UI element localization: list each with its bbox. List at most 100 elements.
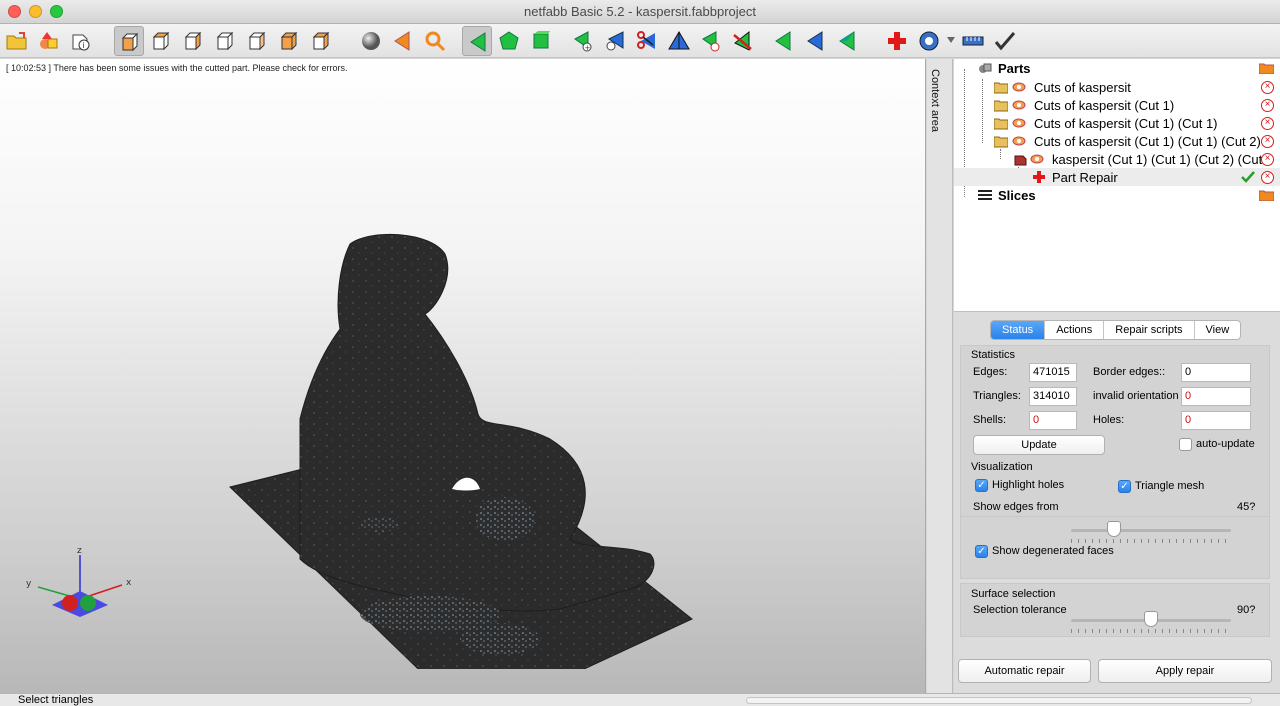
select-triangle-icon[interactable]	[462, 26, 492, 56]
folder-icon	[994, 100, 1008, 112]
measure-icon[interactable]	[914, 26, 944, 56]
select-shell-icon[interactable]	[526, 26, 556, 56]
update-button[interactable]: Update	[973, 435, 1105, 455]
tree-label: kaspersit (Cut 1) (Cut 1) (Cut 2) (Cut	[1052, 152, 1263, 167]
highlight-holes-checkbox[interactable]: ✓	[975, 479, 988, 492]
part-info-icon[interactable]: i	[66, 26, 96, 56]
flip-icon[interactable]	[664, 26, 694, 56]
eye-icon[interactable]	[1012, 134, 1026, 148]
horizontal-scrollbar[interactable]	[746, 697, 1252, 704]
shells-field[interactable]: 0	[1029, 411, 1077, 430]
parts-folder-icon[interactable]	[1259, 62, 1274, 74]
parts-icon	[979, 63, 992, 73]
invalid-orientation-field[interactable]: 0	[1181, 387, 1251, 406]
panel-tabs: Status Actions Repair scripts View	[990, 320, 1242, 340]
svg-text:+: +	[585, 44, 591, 52]
axis-x-label: x	[126, 578, 132, 588]
triangles-field[interactable]: 314010	[1029, 387, 1077, 406]
apply-check-icon[interactable]	[1240, 170, 1256, 184]
surface-selection-section: Surface selection Selection tolerance 90…	[960, 583, 1270, 637]
axis-z-label: z	[77, 546, 82, 556]
tree-label: Cuts of kaspersit (Cut 1) (Cut 1) (Cut 2…	[1034, 134, 1261, 149]
automatic-repair-button[interactable]: Automatic repair	[958, 659, 1091, 683]
remove-part-icon[interactable]: ×	[1261, 171, 1274, 184]
triangles-label: Triangles:	[973, 390, 1021, 402]
eye-icon[interactable]	[1030, 152, 1044, 166]
tab-status[interactable]: Status	[991, 321, 1046, 339]
tree-item-part-repair[interactable]: Part Repair ×	[954, 168, 1280, 186]
holes-field[interactable]: 0	[1181, 411, 1251, 430]
remove-part-icon[interactable]: ×	[1261, 135, 1274, 148]
toolbar: i +	[0, 24, 1280, 58]
tree-item-parts[interactable]: Parts	[954, 59, 1280, 77]
svg-text:i: i	[83, 41, 85, 50]
tolerance-slider-knob[interactable]	[1144, 611, 1158, 627]
view-back-icon[interactable]	[146, 26, 176, 56]
mesh-model[interactable]	[220, 169, 700, 669]
show-edges-slider-knob[interactable]	[1107, 521, 1122, 537]
select-green-2-icon[interactable]	[832, 26, 862, 56]
cut-scissors-icon[interactable]	[632, 26, 662, 56]
open-file-icon[interactable]	[2, 26, 32, 56]
eye-icon[interactable]	[1012, 80, 1026, 94]
tree-label: Cuts of kaspersit	[1034, 80, 1131, 95]
show-edges-label: Show edges from	[973, 501, 1059, 513]
remove-part-icon[interactable]: ×	[1261, 81, 1274, 94]
tree-item-part[interactable]: kaspersit (Cut 1) (Cut 1) (Cut 2) (Cut ×	[954, 150, 1280, 168]
select-orange-icon[interactable]	[388, 26, 418, 56]
tab-actions[interactable]: Actions	[1045, 321, 1105, 339]
remove-part-icon[interactable]: ×	[1261, 99, 1274, 112]
select-green-icon[interactable]	[768, 26, 798, 56]
status-text: Select triangles	[18, 694, 94, 706]
tab-view[interactable]: View	[1195, 321, 1241, 339]
remove-part-icon[interactable]: ×	[1261, 153, 1274, 166]
eye-icon[interactable]	[1012, 116, 1026, 130]
log-message: [ 10:02:53 ] There has been some issues …	[6, 63, 348, 73]
auto-update-label: auto-update	[1196, 438, 1255, 450]
tree-item-part[interactable]: Cuts of kaspersit (Cut 1) ×	[954, 96, 1280, 114]
add-point-icon[interactable]	[600, 26, 630, 56]
measure-dropdown-icon[interactable]	[947, 37, 955, 43]
apply-check-icon[interactable]	[990, 26, 1020, 56]
slices-folder-icon[interactable]	[1259, 189, 1274, 201]
slices-icon	[978, 190, 992, 200]
show-degenerated-label: Show degenerated faces	[992, 545, 1114, 557]
zoom-magnifier-icon[interactable]	[420, 26, 450, 56]
tree-item-part[interactable]: Cuts of kaspersit (Cut 1) (Cut 1) ×	[954, 114, 1280, 132]
border-edges-field[interactable]: 0	[1181, 363, 1251, 382]
select-blue-icon[interactable]	[800, 26, 830, 56]
right-panel: Parts Cuts of kaspersit × Cuts of kasper…	[954, 59, 1280, 693]
shading-sphere-icon[interactable]	[356, 26, 386, 56]
view-front-icon[interactable]	[114, 26, 144, 56]
remove-flag-icon[interactable]	[728, 26, 758, 56]
edges-field[interactable]: 471015	[1029, 363, 1077, 382]
tree-item-slices[interactable]: Slices	[954, 186, 1280, 204]
show-degenerated-checkbox[interactable]: ✓	[975, 545, 988, 558]
show-edges-slider-track[interactable]	[1071, 529, 1231, 532]
view-bottom-icon[interactable]	[274, 26, 304, 56]
view-left-icon[interactable]	[178, 26, 208, 56]
selection-tolerance-value: 90?	[1237, 604, 1256, 616]
context-area-tab[interactable]: Context area	[927, 59, 953, 693]
tree-item-part[interactable]: Cuts of kaspersit (Cut 1) (Cut 1) (Cut 2…	[954, 132, 1280, 150]
repair-cross-icon[interactable]	[882, 26, 912, 56]
project-tree: Parts Cuts of kaspersit × Cuts of kasper…	[954, 59, 1280, 312]
surface-selection-title: Surface selection	[971, 588, 1056, 600]
eye-icon[interactable]	[1012, 98, 1026, 112]
triangle-mesh-checkbox[interactable]: ✓	[1118, 480, 1131, 493]
add-triangle-icon[interactable]: +	[568, 26, 598, 56]
tab-repair-scripts[interactable]: Repair scripts	[1104, 321, 1195, 339]
view-iso-icon[interactable]	[306, 26, 336, 56]
remove-triangle-icon[interactable]	[696, 26, 726, 56]
auto-update-checkbox[interactable]	[1179, 438, 1192, 451]
add-part-icon[interactable]	[34, 26, 64, 56]
view-top-icon[interactable]	[242, 26, 272, 56]
tree-label: Cuts of kaspersit (Cut 1)	[1034, 98, 1175, 113]
ruler-icon[interactable]	[958, 26, 988, 56]
view-right-icon[interactable]	[210, 26, 240, 56]
apply-repair-button[interactable]: Apply repair	[1098, 659, 1272, 683]
remove-part-icon[interactable]: ×	[1261, 117, 1274, 130]
select-surface-icon[interactable]	[494, 26, 524, 56]
tree-item-part[interactable]: Cuts of kaspersit ×	[954, 78, 1280, 96]
3d-viewport[interactable]: [ 10:02:53 ] There has been some issues …	[0, 59, 926, 693]
